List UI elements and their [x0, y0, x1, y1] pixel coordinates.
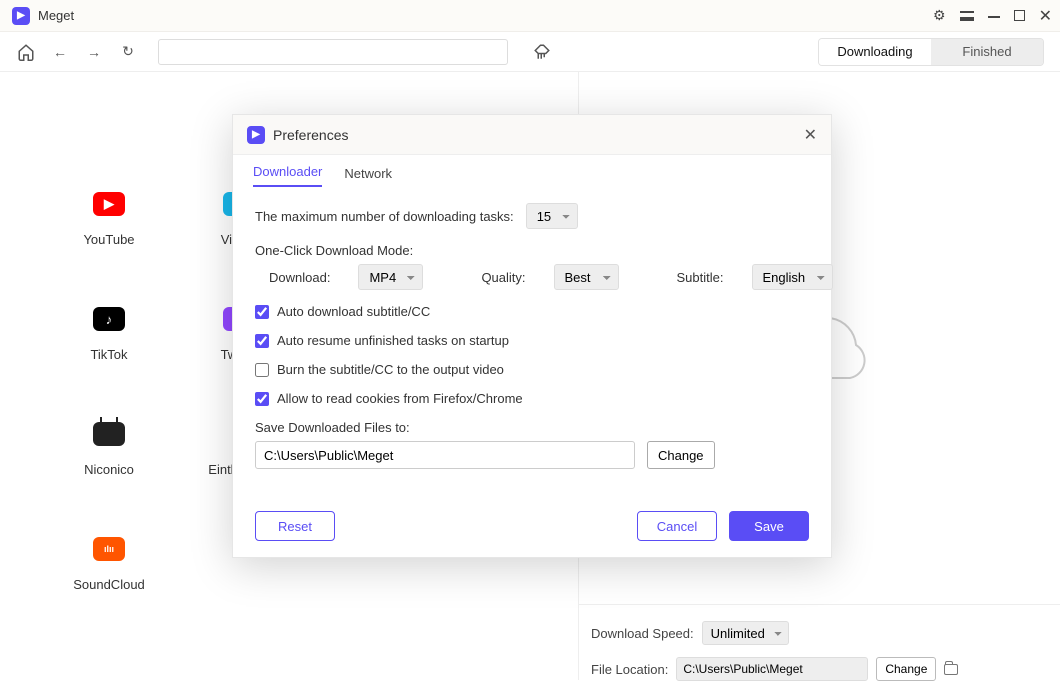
dialog-tabs: Downloader Network [233, 155, 831, 187]
menu-icon[interactable] [960, 8, 974, 24]
browser-toolbar: ← → ↻ Downloading Finished [0, 32, 1060, 72]
site-label: SoundCloud [73, 577, 145, 592]
forward-icon[interactable]: → [84, 42, 104, 62]
site-soundcloud[interactable]: ılıı SoundCloud [44, 537, 174, 594]
max-tasks-select[interactable]: 15 [526, 203, 578, 229]
preferences-dialog: Preferences ✕ Downloader Network The max… [232, 114, 832, 558]
max-tasks-label: The maximum number of downloading tasks: [255, 209, 514, 224]
reload-icon[interactable]: ↻ [118, 42, 138, 62]
download-format-select[interactable]: MP4 [358, 264, 423, 290]
cancel-button[interactable]: Cancel [637, 511, 717, 541]
download-format-label: Download: [269, 270, 330, 285]
niconico-icon [93, 422, 125, 446]
app-icon [12, 7, 30, 25]
quality-label: Quality: [481, 270, 525, 285]
dialog-header: Preferences ✕ [233, 115, 831, 155]
segment-finished[interactable]: Finished [931, 39, 1043, 65]
site-label: TikTok [90, 347, 127, 362]
folder-icon[interactable] [944, 664, 958, 675]
tiktok-icon: ♪ [93, 307, 125, 331]
tab-downloader[interactable]: Downloader [253, 164, 322, 187]
tab-network[interactable]: Network [344, 166, 392, 187]
file-location-input[interactable] [676, 657, 868, 681]
app-title: Meget [38, 8, 74, 23]
status-footer: Download Speed: Unlimited File Location:… [579, 604, 1060, 680]
file-location-label: File Location: [591, 662, 668, 677]
url-input[interactable] [158, 39, 508, 65]
subtitle-select[interactable]: English [752, 264, 833, 290]
auto-subtitle-checkbox[interactable]: Auto download subtitle/CC [255, 304, 809, 319]
window-maximize-icon[interactable] [1014, 8, 1025, 24]
window-close-icon[interactable]: ✕ [1039, 6, 1052, 26]
file-location-change-button[interactable]: Change [876, 657, 936, 681]
dialog-title: Preferences [273, 127, 348, 143]
home-icon[interactable] [16, 42, 36, 62]
download-speed-label: Download Speed: [591, 626, 694, 641]
change-path-button[interactable]: Change [647, 441, 715, 469]
window-minimize-icon[interactable] [988, 8, 1000, 24]
dialog-close-icon[interactable]: ✕ [804, 125, 817, 145]
quality-select[interactable]: Best [554, 264, 619, 290]
burn-subtitle-checkbox[interactable]: Burn the subtitle/CC to the output video [255, 362, 809, 377]
view-segmented: Downloading Finished [818, 38, 1044, 66]
app-icon [247, 126, 265, 144]
one-click-label: One-Click Download Mode: [255, 243, 809, 258]
site-label: Niconico [84, 462, 134, 477]
save-path-input[interactable] [255, 441, 635, 469]
download-speed-select[interactable]: Unlimited [702, 621, 789, 645]
cleanup-icon[interactable] [532, 42, 552, 62]
back-icon[interactable]: ← [50, 42, 70, 62]
youtube-icon: ▶ [93, 192, 125, 216]
save-button[interactable]: Save [729, 511, 809, 541]
read-cookies-checkbox[interactable]: Allow to read cookies from Firefox/Chrom… [255, 391, 809, 406]
settings-gear-icon[interactable]: ⚙ [933, 7, 946, 24]
segment-downloading[interactable]: Downloading [819, 39, 931, 65]
site-label: YouTube [83, 232, 134, 247]
auto-resume-checkbox[interactable]: Auto resume unfinished tasks on startup [255, 333, 809, 348]
site-niconico[interactable]: Niconico [44, 422, 174, 477]
title-bar: Meget ⚙ ✕ [0, 0, 1060, 32]
site-youtube[interactable]: ▶ YouTube [44, 192, 174, 247]
soundcloud-icon: ılıı [93, 537, 125, 561]
reset-button[interactable]: Reset [255, 511, 335, 541]
save-path-label: Save Downloaded Files to: [255, 420, 809, 435]
site-tiktok[interactable]: ♪ TikTok [44, 307, 174, 362]
subtitle-label: Subtitle: [677, 270, 724, 285]
